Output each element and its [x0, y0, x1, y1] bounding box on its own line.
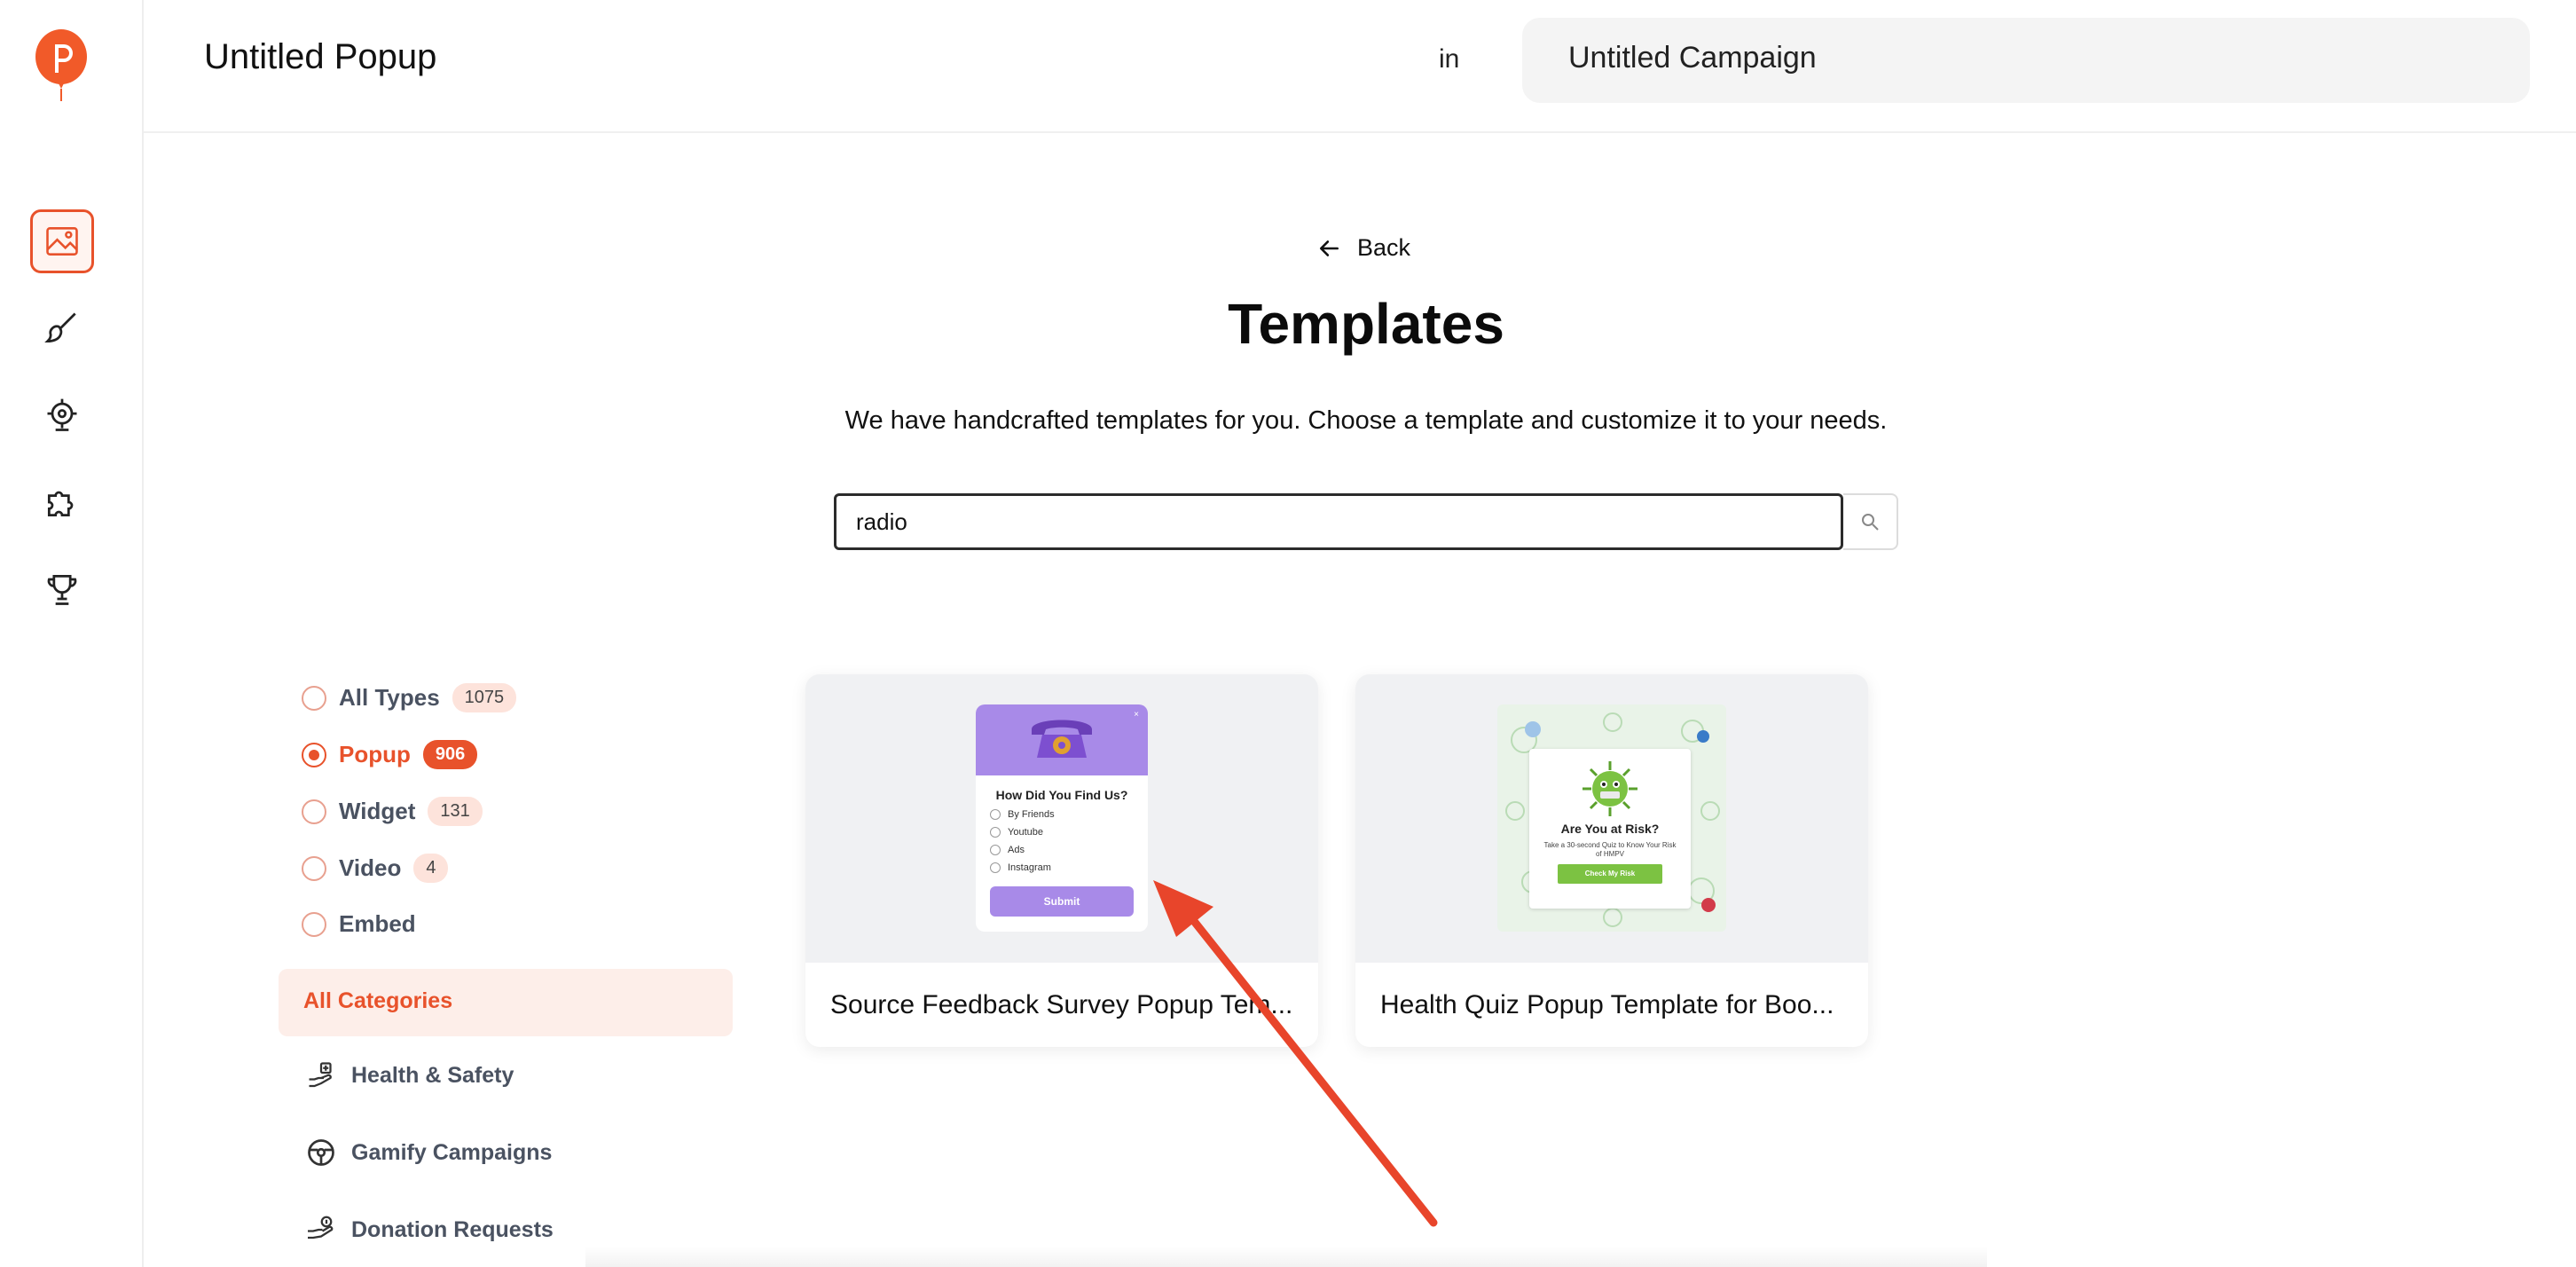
type-filter-widget[interactable]: Widget 131: [302, 797, 483, 826]
page-subtitle: We have handcrafted templates for you. C…: [844, 406, 1888, 435]
arrow-left-icon: [1319, 240, 1339, 256]
type-filter-video[interactable]: Video 4: [302, 854, 449, 883]
radio-popup[interactable]: [302, 742, 326, 767]
survey-popup-preview: × How Did You Find Us? By Friends Youtub…: [976, 704, 1148, 932]
trophy-icon: [47, 574, 77, 605]
logo-icon[interactable]: [34, 28, 89, 103]
image-icon: [46, 227, 78, 256]
rail-goals-button[interactable]: [30, 557, 94, 621]
survey-close-icon: ×: [1134, 710, 1139, 720]
telephone-icon: [1032, 720, 1092, 758]
type-label: Embed: [339, 910, 416, 937]
back-button[interactable]: Back: [1318, 234, 1410, 262]
quiz-button-preview: Check My Risk: [1558, 864, 1662, 884]
campaign-name[interactable]: Untitled Campaign: [1568, 41, 1817, 75]
survey-submit-preview: Submit: [990, 886, 1134, 917]
type-label: Popup: [339, 741, 411, 767]
survey-option: Instagram: [990, 862, 1051, 873]
template-preview: Are You at Risk? Take a 30-second Quiz t…: [1355, 674, 1868, 963]
radio-widget[interactable]: [302, 799, 326, 824]
survey-header-band: ×: [976, 704, 1148, 775]
template-title: Health Quiz Popup Template for Boo...: [1380, 990, 1834, 1019]
donation-icon: [308, 1216, 334, 1239]
type-filter-popup[interactable]: Popup 906: [302, 740, 478, 769]
type-count-badge: 131: [428, 797, 483, 826]
survey-option: Ads: [990, 845, 1025, 855]
type-filter-embed[interactable]: Embed: [302, 910, 416, 938]
template-card-health-quiz[interactable]: Are You at Risk? Take a 30-second Quiz t…: [1355, 674, 1868, 1047]
template-preview: × How Did You Find Us? By Friends Youtub…: [805, 674, 1318, 963]
radio-all-types[interactable]: [302, 685, 326, 711]
radio-video[interactable]: [302, 855, 326, 881]
rail-templates-button[interactable]: [30, 209, 94, 273]
type-count-badge: 906: [422, 740, 478, 769]
template-title: Source Feedback Survey Popup Tem...: [830, 990, 1293, 1019]
type-count-badge: 1075: [452, 683, 517, 712]
type-label: All Types: [339, 684, 440, 711]
type-filter-all[interactable]: All Types 1075: [302, 683, 517, 712]
in-label: in: [1439, 44, 1460, 74]
health-icon: [309, 1062, 332, 1088]
type-count-badge: 4: [413, 854, 449, 883]
quiz-heading: Are You at Risk?: [1560, 822, 1660, 836]
puzzle-icon: [47, 491, 74, 517]
category-label: Health & Safety: [351, 1062, 514, 1088]
quiz-popup-preview: Are You at Risk? Take a 30-second Quiz t…: [1529, 749, 1691, 909]
radio-embed[interactable]: [302, 911, 326, 937]
category-label: Donation Requests: [351, 1216, 554, 1242]
left-rail: [0, 0, 144, 1267]
page-title: Templates: [1228, 292, 1504, 356]
template-card-survey[interactable]: × How Did You Find Us? By Friends Youtub…: [805, 674, 1318, 1047]
virus-mascot-icon: [1583, 761, 1637, 816]
category-item-gamify[interactable]: Gamify Campaigns: [305, 1137, 552, 1169]
back-label: Back: [1357, 234, 1411, 261]
top-header: Untitled Popup in: [144, 0, 2576, 133]
search-button[interactable]: [1843, 493, 1898, 550]
survey-option: Youtube: [990, 827, 1043, 838]
quiz-text: Take a 30-second Quiz to Know Your Risk …: [1543, 841, 1677, 858]
search-icon: [1862, 514, 1879, 531]
type-label: Video: [339, 854, 402, 881]
survey-option: By Friends: [990, 809, 1055, 820]
category-label: Gamify Campaigns: [351, 1139, 553, 1165]
rail-integrations-button[interactable]: [30, 470, 94, 534]
template-search-input[interactable]: [834, 493, 1843, 550]
type-label: Widget: [339, 798, 416, 824]
survey-question: How Did You Find Us?: [995, 788, 1128, 802]
steering-wheel-icon: [308, 1139, 334, 1166]
all-categories-label: All Categories: [303, 988, 453, 1013]
bottom-shadow: [585, 1246, 1987, 1267]
category-item-health-safety[interactable]: Health & Safety: [305, 1059, 514, 1091]
popup-title[interactable]: Untitled Popup: [204, 37, 436, 77]
category-item-donation[interactable]: Donation Requests: [305, 1214, 554, 1246]
